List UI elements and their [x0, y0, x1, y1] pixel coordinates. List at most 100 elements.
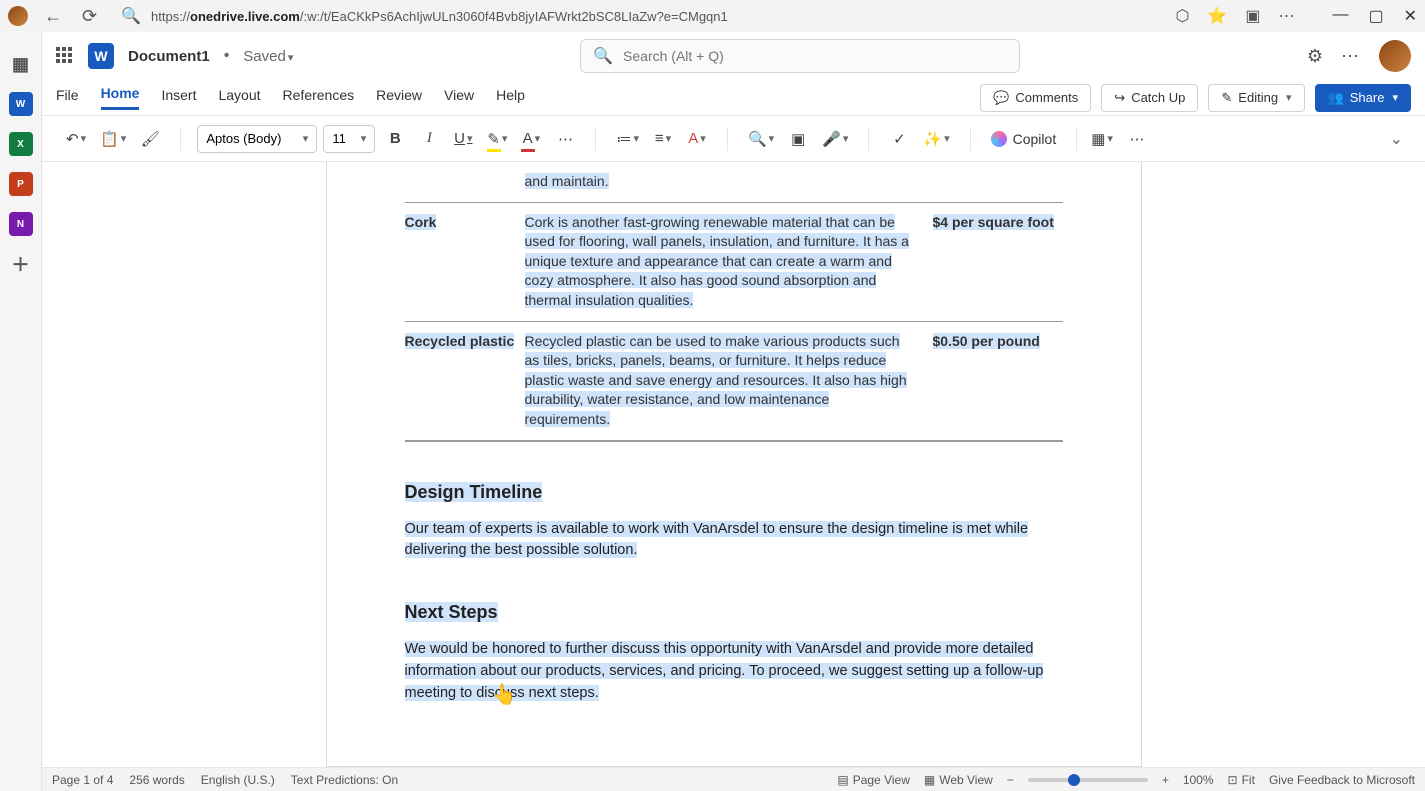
dictate-button[interactable]: 🎤▾	[818, 124, 852, 154]
search-icon: 🔍	[593, 46, 613, 66]
share-icon: 👥	[1328, 90, 1344, 106]
mouse-cursor-icon: 👆	[492, 682, 517, 707]
back-button[interactable]: ←	[40, 6, 66, 27]
zoom-slider[interactable]	[1028, 778, 1148, 782]
tab-references[interactable]: References	[283, 87, 355, 109]
search-icon: 🔍	[121, 6, 141, 26]
more-icon[interactable]: ⋯	[1278, 6, 1294, 26]
zoom-level[interactable]: 100%	[1183, 773, 1214, 787]
format-painter-button[interactable]: 🖌	[136, 124, 164, 154]
browser-chrome: ← ⟳ 🔍 https://onedrive.live.com/:w:/t/Ea…	[0, 0, 1425, 32]
web-view-button[interactable]: ▦Web View	[924, 773, 993, 787]
collapse-ribbon-button[interactable]: ⌄	[1390, 129, 1411, 149]
address-bar[interactable]: 🔍 https://onedrive.live.com/:w:/t/EaCKkP…	[113, 2, 1163, 30]
highlight-button[interactable]: ✎▾	[483, 124, 511, 154]
font-color-button[interactable]: A▾	[517, 124, 545, 154]
onenote-app-icon[interactable]: N	[9, 212, 33, 236]
powerpoint-app-icon[interactable]: P	[9, 172, 33, 196]
copilot-icon	[991, 131, 1007, 147]
tab-review[interactable]: Review	[376, 87, 422, 109]
tab-insert[interactable]: Insert	[161, 87, 196, 109]
search-input[interactable]	[623, 48, 1007, 64]
search-box[interactable]: 🔍	[580, 39, 1020, 73]
refresh-button[interactable]: ⟳	[78, 6, 101, 27]
excel-app-icon[interactable]: X	[9, 132, 33, 156]
material-price: $4 per square foot	[933, 214, 1054, 230]
document-scroll[interactable]: and maintain. Cork Cork is another fast-…	[42, 162, 1425, 767]
font-family-select[interactable]: Aptos (Body)▾	[197, 125, 317, 153]
copilot-button[interactable]: Copilot	[981, 127, 1067, 151]
catch-up-button[interactable]: ↪Catch Up	[1101, 84, 1198, 112]
word-count[interactable]: 256 words	[129, 773, 184, 787]
home-toolbar: ↶▾ 📋▾ 🖌 Aptos (Body)▾ 11▾ B I U▾ ✎▾ A▾ ⋯…	[42, 116, 1425, 162]
status-bar: Page 1 of 4 256 words English (U.S.) Tex…	[42, 767, 1425, 791]
fit-button[interactable]: ⊡Fit	[1228, 773, 1255, 787]
screenshot-button[interactable]: ▣	[784, 124, 812, 154]
tab-file[interactable]: File	[56, 87, 79, 109]
add-ins-button[interactable]: ▦▾	[1087, 124, 1117, 154]
undo-button[interactable]: ↶▾	[62, 124, 90, 154]
more-font-button[interactable]: ⋯	[551, 124, 579, 154]
comments-button[interactable]: 💬Comments	[980, 84, 1091, 112]
zoom-out-button[interactable]: −	[1007, 773, 1014, 787]
collections-icon[interactable]: ▣	[1245, 6, 1260, 26]
url-text: https://onedrive.live.com/:w:/t/EaCKkPs6…	[151, 9, 1155, 24]
page-indicator[interactable]: Page 1 of 4	[52, 773, 113, 787]
favorites-icon[interactable]: ⭐	[1207, 6, 1227, 26]
app-title-bar: W Document1 • Saved▾ 🔍 ⚙ ⋯	[42, 32, 1425, 80]
material-price: $0.50 per pound	[933, 333, 1040, 349]
account-avatar[interactable]	[1379, 40, 1411, 72]
more-commands-button[interactable]: ⋯	[1123, 124, 1151, 154]
office-side-rail: ▦ W X P N ＋	[0, 32, 42, 791]
align-button[interactable]: ≡▾	[649, 124, 677, 154]
maximize-button[interactable]: ▢	[1368, 6, 1383, 26]
bold-button[interactable]: B	[381, 124, 409, 154]
find-button[interactable]: 🔍▾	[744, 124, 778, 154]
share-button[interactable]: 👥Share▾	[1315, 84, 1411, 112]
word-logo-icon: W	[88, 43, 114, 69]
table-row: Cork Cork is another fast-growing renewa…	[405, 203, 1063, 322]
editor-button[interactable]: ✓	[885, 124, 913, 154]
fit-icon: ⊡	[1228, 773, 1238, 787]
doc-name-separator: •	[224, 47, 230, 65]
page-view-button[interactable]: ▤Page View	[837, 773, 910, 787]
table-row: Recycled plastic Recycled plastic can be…	[405, 322, 1063, 442]
styles-button[interactable]: A▾	[683, 124, 711, 154]
underline-button[interactable]: U▾	[449, 124, 477, 154]
zoom-in-button[interactable]: +	[1162, 773, 1169, 787]
add-app-button[interactable]: ＋	[9, 252, 33, 276]
heading-design-timeline: Design Timeline	[405, 482, 1063, 503]
edge-tab-icon[interactable]: ▦	[9, 52, 33, 76]
language-indicator[interactable]: English (U.S.)	[201, 773, 275, 787]
save-status[interactable]: Saved▾	[243, 48, 293, 65]
minimize-button[interactable]: —	[1332, 6, 1348, 26]
paragraph: Our team of experts is available to work…	[405, 519, 1063, 563]
profile-avatar-small[interactable]	[8, 6, 28, 26]
document-page[interactable]: and maintain. Cork Cork is another fast-…	[326, 162, 1142, 767]
paste-button[interactable]: 📋▾	[96, 124, 130, 154]
catchup-icon: ↪	[1114, 90, 1125, 106]
document-name[interactable]: Document1	[128, 48, 210, 65]
tab-view[interactable]: View	[444, 87, 474, 109]
feedback-link[interactable]: Give Feedback to Microsoft	[1269, 773, 1415, 787]
tab-help[interactable]: Help	[496, 87, 525, 109]
close-button[interactable]: ✕	[1404, 6, 1417, 26]
app-launcher-icon[interactable]	[56, 47, 74, 65]
designer-button[interactable]: ✨▾	[919, 124, 953, 154]
page-view-icon: ▤	[837, 773, 848, 787]
tab-layout[interactable]: Layout	[218, 87, 260, 109]
text-predictions-status[interactable]: Text Predictions: On	[291, 773, 398, 787]
italic-button[interactable]: I	[415, 124, 443, 154]
word-app-icon[interactable]: W	[9, 92, 33, 116]
comment-icon: 💬	[993, 90, 1009, 106]
shopping-icon[interactable]: ⬡	[1175, 6, 1189, 26]
settings-icon[interactable]: ⚙	[1307, 46, 1323, 67]
tab-home[interactable]: Home	[101, 85, 140, 110]
bullets-button[interactable]: ≔▾	[612, 124, 643, 154]
material-desc: Recycled plastic can be used to make var…	[525, 333, 907, 427]
browser-actions: ⬡ ⭐ ▣ ⋯ — ▢ ✕	[1175, 6, 1417, 26]
more-options-icon[interactable]: ⋯	[1341, 46, 1361, 67]
editing-mode-button[interactable]: ✎Editing▾	[1208, 84, 1304, 112]
material-name: Cork	[405, 214, 437, 230]
font-size-select[interactable]: 11▾	[323, 125, 375, 153]
